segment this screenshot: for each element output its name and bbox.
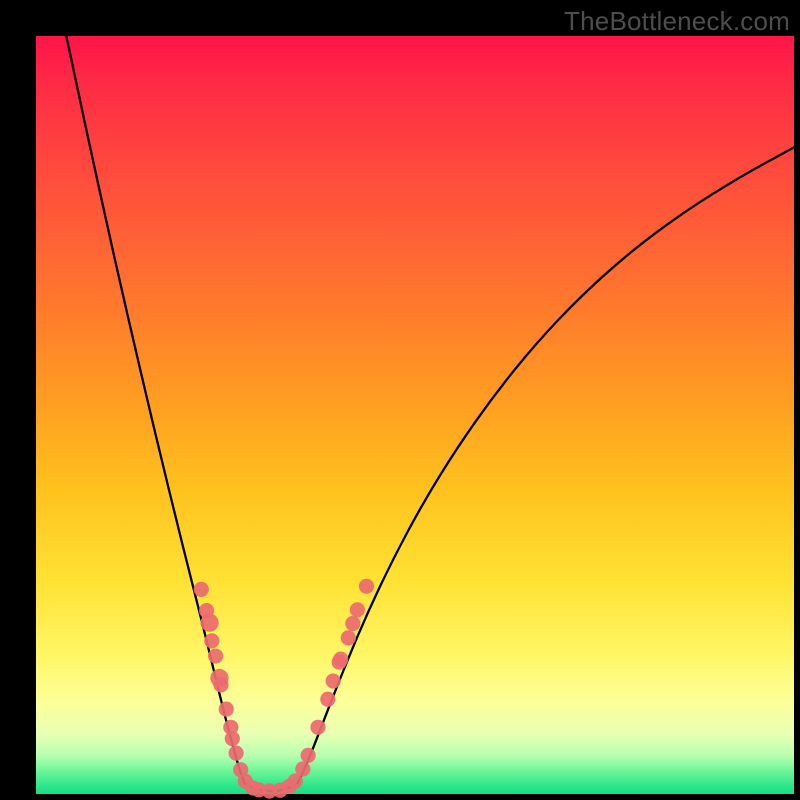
data-point (219, 702, 234, 717)
scatter-dots (194, 579, 374, 799)
data-point (208, 648, 223, 663)
curve-lines (66, 36, 794, 791)
data-point (350, 602, 365, 617)
data-point (225, 731, 240, 746)
data-point (310, 720, 325, 735)
chart-svg (36, 36, 794, 794)
bottleneck-curve (66, 36, 794, 791)
data-point (301, 748, 316, 763)
watermark-text: TheBottleneck.com (564, 6, 790, 37)
data-point (326, 673, 341, 688)
data-point (341, 630, 356, 645)
chart-frame: TheBottleneck.com (0, 0, 800, 800)
data-point (194, 582, 209, 597)
data-point (229, 745, 244, 760)
data-point (213, 677, 228, 692)
data-point (204, 633, 219, 648)
data-point (320, 692, 335, 707)
data-point (200, 614, 218, 632)
plot-area (36, 36, 794, 794)
data-point (345, 616, 360, 631)
data-point (359, 579, 374, 594)
data-point (295, 761, 310, 776)
data-point (333, 651, 348, 666)
